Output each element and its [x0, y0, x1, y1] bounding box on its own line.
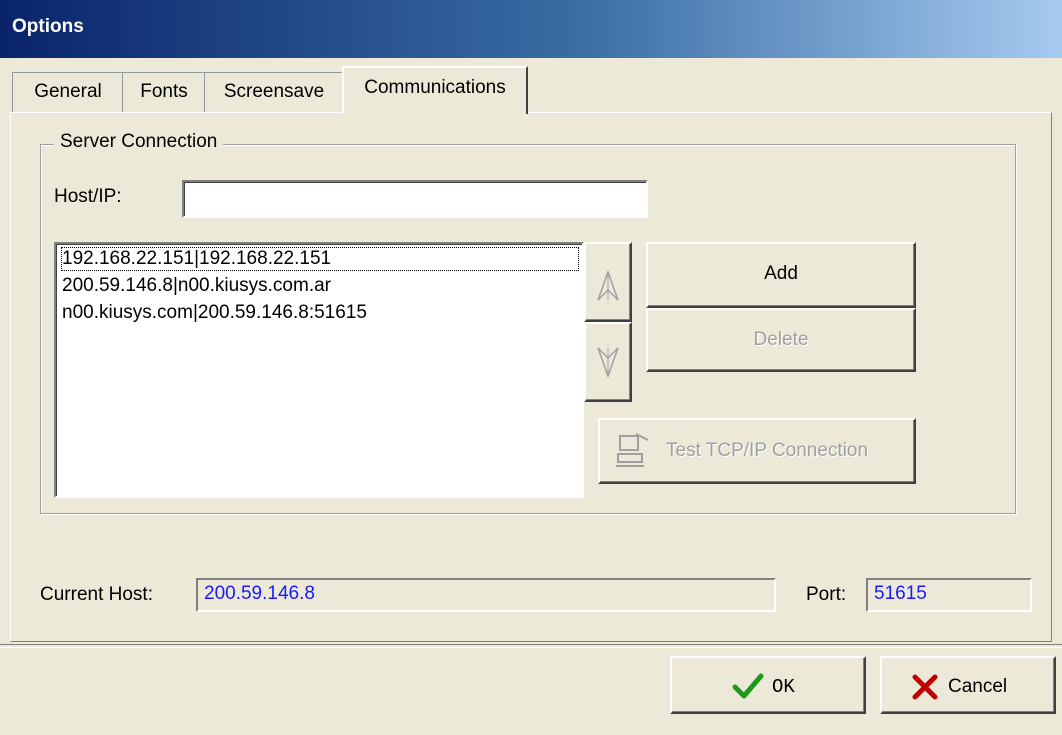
delete-button-label: Delete — [753, 329, 809, 350]
test-connection-button[interactable]: Test TCP/IP Connection — [598, 418, 916, 484]
list-item[interactable]: 192.168.22.151|192.168.22.151 — [61, 247, 579, 271]
port-value: 51615 — [874, 583, 927, 604]
tab-fonts[interactable]: Fonts — [122, 72, 206, 112]
current-host-field: 200.59.146.8 — [196, 578, 776, 612]
cancel-button-label: Cancel — [948, 676, 1008, 697]
current-host-value: 200.59.146.8 — [204, 583, 315, 604]
port-field: 51615 — [866, 578, 1032, 612]
tab-general-label: General — [34, 81, 102, 102]
ok-button-label: OK — [772, 676, 795, 698]
move-up-button[interactable] — [584, 242, 632, 322]
ok-button[interactable]: OK — [670, 656, 866, 714]
host-ip-input[interactable] — [182, 180, 648, 218]
tab-fonts-label: Fonts — [140, 81, 188, 102]
cancel-button[interactable]: Cancel — [880, 656, 1056, 714]
tab-screensave-label: Screensave — [223, 81, 325, 102]
list-item[interactable]: n00.kiusys.com|200.59.146.8:51615 — [62, 302, 367, 324]
current-host-label: Current Host: — [40, 584, 153, 605]
arrow-down-icon — [597, 347, 619, 379]
add-button-label: Add — [764, 263, 798, 284]
tab-communications[interactable]: Communications — [342, 66, 528, 114]
network-computer-icon — [616, 433, 649, 467]
test-connection-label: Test TCP/IP Connection — [666, 440, 869, 461]
close-icon — [912, 674, 938, 700]
tab-communications-label: Communications — [364, 77, 506, 98]
arrow-up-icon — [597, 269, 619, 301]
checkmark-icon — [732, 673, 764, 699]
server-list[interactable]: 192.168.22.151|192.168.22.151 200.59.146… — [54, 242, 584, 498]
window-title: Options — [12, 16, 84, 37]
footer-separator — [0, 644, 1062, 648]
tab-general[interactable]: General — [12, 72, 124, 112]
list-item[interactable]: 200.59.146.8|n00.kiusys.com.ar — [62, 275, 331, 297]
move-down-button[interactable] — [584, 322, 632, 402]
port-label: Port: — [806, 584, 847, 605]
add-button[interactable]: Add — [646, 242, 916, 308]
title-bar[interactable]: Options — [0, 0, 1062, 58]
tab-screensave[interactable]: Screensave — [204, 72, 344, 112]
delete-button[interactable]: Delete — [646, 308, 916, 372]
host-ip-label: Host/IP: — [54, 186, 122, 207]
server-connection-legend: Server Connection — [54, 131, 224, 153]
